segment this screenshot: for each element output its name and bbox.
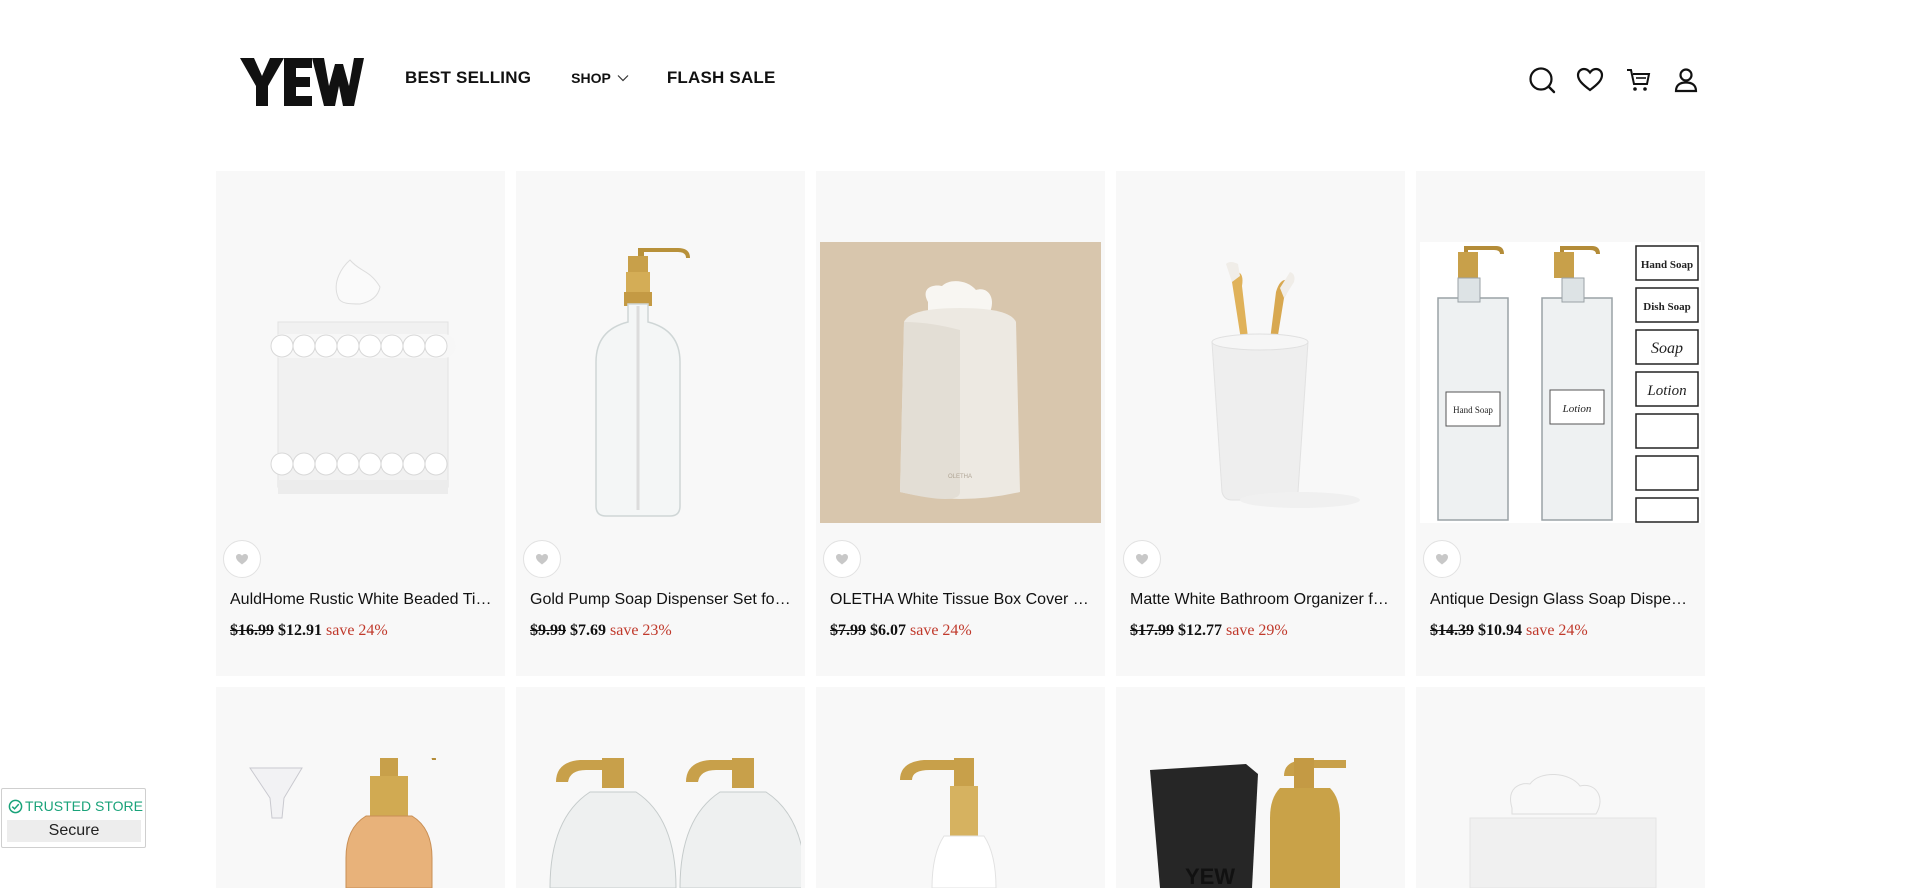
heart-icon xyxy=(1576,67,1604,92)
wishlist-toggle[interactable] xyxy=(523,540,561,578)
sale-price: $12.91 xyxy=(278,622,322,639)
original-price: $9.99 xyxy=(530,622,566,639)
product-title[interactable]: Gold Pump Soap Dispenser Set for Bathroo… xyxy=(530,591,792,609)
yew-logo[interactable] xyxy=(240,56,364,108)
svg-text:Soap: Soap xyxy=(1651,340,1683,357)
product-card[interactable] xyxy=(816,687,1105,888)
product-image[interactable] xyxy=(1420,758,1701,888)
product-title[interactable]: Matte White Bathroom Organizer for Tooth… xyxy=(1130,591,1392,609)
wishlist-toggle[interactable] xyxy=(223,540,261,578)
original-price: $14.39 xyxy=(1430,622,1474,639)
account-icon xyxy=(1674,68,1698,93)
product-card[interactable] xyxy=(1416,687,1705,888)
svg-text:OLETHA: OLETHA xyxy=(948,474,972,480)
search-button[interactable] xyxy=(1526,64,1558,96)
svg-text:YEW: YEW xyxy=(1185,864,1235,888)
product-price: $9.99 $7.69 save 23% xyxy=(530,622,672,640)
product-price: $14.39 $10.94 save 24% xyxy=(1430,622,1588,640)
product-title[interactable]: Antique Design Glass Soap Dispenser Set xyxy=(1430,591,1692,609)
cart-button[interactable] xyxy=(1622,64,1654,96)
sale-price: $10.94 xyxy=(1478,622,1522,639)
product-card[interactable]: YEW xyxy=(1116,687,1405,888)
product-image[interactable] xyxy=(820,758,1101,888)
trusted-store-label: TRUSTED STORE xyxy=(8,798,143,814)
heart-icon xyxy=(236,553,248,564)
product-price: $17.99 $12.77 save 29% xyxy=(1130,622,1288,640)
product-price: $16.99 $12.91 save 24% xyxy=(230,622,388,640)
product-image[interactable] xyxy=(220,242,501,523)
product-image[interactable]: Hand Soap Lotion Hand Soap Dish Soap Soa… xyxy=(1420,242,1701,523)
product-card[interactable]: OLETHA OLETHA White Tissue Box Cover - S… xyxy=(816,171,1105,676)
discount-label: save 24% xyxy=(326,622,388,639)
product-card[interactable] xyxy=(516,687,805,888)
discount-label: save 24% xyxy=(910,622,972,639)
sale-price: $7.69 xyxy=(570,622,606,639)
wishlist-toggle[interactable] xyxy=(1423,540,1461,578)
product-title[interactable]: OLETHA White Tissue Box Cover - Square xyxy=(830,591,1092,609)
original-price: $7.99 xyxy=(830,622,866,639)
heart-icon xyxy=(536,553,548,564)
secure-label: Secure xyxy=(7,820,141,842)
heart-icon xyxy=(1436,553,1448,564)
discount-label: save 24% xyxy=(1526,622,1588,639)
svg-text:Hand Soap: Hand Soap xyxy=(1453,405,1493,415)
product-image[interactable] xyxy=(520,242,801,523)
product-image[interactable] xyxy=(220,758,501,888)
product-card[interactable] xyxy=(216,687,505,888)
original-price: $16.99 xyxy=(230,622,274,639)
product-image[interactable]: OLETHA xyxy=(820,242,1101,523)
product-image[interactable] xyxy=(1120,242,1401,523)
header-icons xyxy=(1526,64,1718,96)
product-card[interactable]: Gold Pump Soap Dispenser Set for Bathroo… xyxy=(516,171,805,676)
original-price: $17.99 xyxy=(1130,622,1174,639)
heart-icon xyxy=(1136,553,1148,564)
product-card[interactable]: Matte White Bathroom Organizer for Tooth… xyxy=(1116,171,1405,676)
product-card[interactable]: Hand Soap Lotion Hand Soap Dish Soap Soa… xyxy=(1416,171,1705,676)
nav-best-selling[interactable]: BEST SELLING xyxy=(405,68,531,88)
trusted-store-badge[interactable]: TRUSTED STORE Secure xyxy=(1,788,146,848)
sale-price: $6.07 xyxy=(870,622,906,639)
check-circle-icon xyxy=(8,799,23,813)
product-title[interactable]: AuldHome Rustic White Beaded Tissue Box … xyxy=(230,591,492,609)
wishlist-button[interactable] xyxy=(1574,64,1606,96)
site-header: BEST SELLING SHOP FLASH SALE xyxy=(0,0,1920,160)
nav-shop-label: SHOP xyxy=(571,70,611,86)
nav-flash-sale[interactable]: FLASH SALE xyxy=(667,68,776,88)
account-button[interactable] xyxy=(1670,64,1702,96)
discount-label: save 29% xyxy=(1226,622,1288,639)
heart-icon xyxy=(836,553,848,564)
product-price: $7.99 $6.07 save 24% xyxy=(830,622,972,640)
svg-text:Lotion: Lotion xyxy=(1562,403,1592,415)
trusted-store-title: TRUSTED STORE xyxy=(25,798,143,814)
sale-price: $12.77 xyxy=(1178,622,1222,639)
svg-text:Lotion: Lotion xyxy=(1646,383,1686,399)
main-nav: BEST SELLING SHOP FLASH SALE xyxy=(405,68,776,88)
search-icon xyxy=(1529,67,1556,94)
wishlist-toggle[interactable] xyxy=(1123,540,1161,578)
product-card[interactable]: AuldHome Rustic White Beaded Tissue Box … xyxy=(216,171,505,676)
wishlist-toggle[interactable] xyxy=(823,540,861,578)
product-image[interactable]: YEW xyxy=(1120,758,1401,888)
svg-text:Dish Soap: Dish Soap xyxy=(1643,301,1690,313)
discount-label: save 23% xyxy=(610,622,672,639)
chevron-down-icon xyxy=(617,75,629,82)
product-image[interactable] xyxy=(520,758,801,888)
nav-shop[interactable]: SHOP xyxy=(571,70,629,86)
svg-text:Hand Soap: Hand Soap xyxy=(1641,259,1693,271)
cart-icon xyxy=(1627,69,1651,91)
